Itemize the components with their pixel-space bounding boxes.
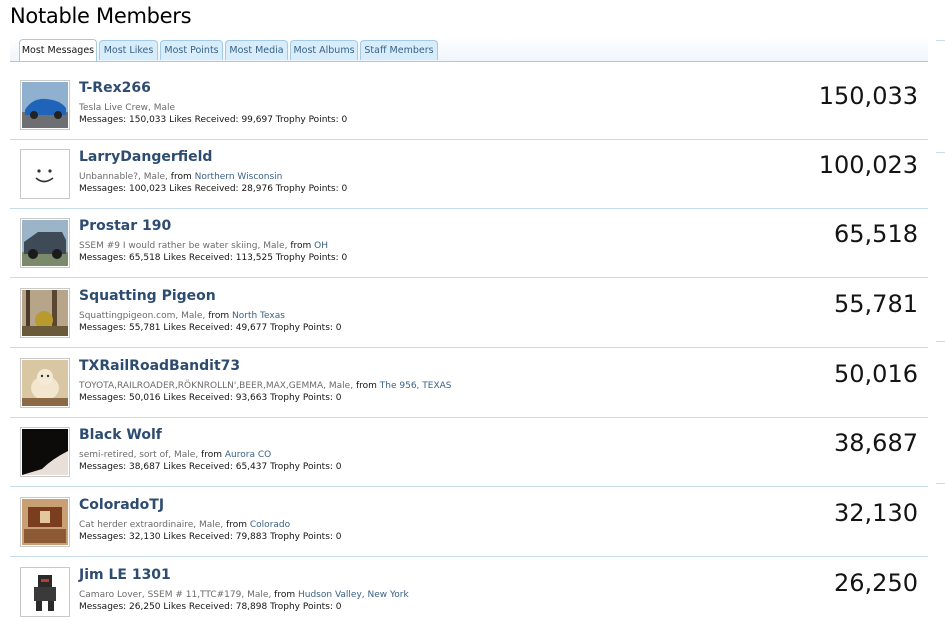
member-title: SSEM #9 I would rather be water skiing <box>79 241 258 251</box>
member-info: semi-retired, sort of, Male, from Aurora… <box>79 450 272 460</box>
side-divider <box>936 152 945 153</box>
from-label: from <box>274 590 296 600</box>
side-divider <box>936 341 945 342</box>
member-count: 65,518 <box>834 220 918 248</box>
tab-most-albums[interactable]: Most Albums <box>290 40 358 60</box>
smiley-face-icon <box>22 151 68 197</box>
avatar[interactable] <box>20 567 70 617</box>
side-divider <box>936 483 945 484</box>
member-stats: Messages: 38,687 Likes Received: 65,437 … <box>79 462 342 472</box>
from-label: from <box>226 520 248 530</box>
tab-most-media[interactable]: Most Media <box>225 40 288 60</box>
avatar[interactable] <box>20 80 70 130</box>
page-title: Notable Members <box>10 4 192 28</box>
interior-photo-icon <box>22 499 68 545</box>
member-info: TOYOTA,RAILROADER,RÖKNROLLN',BEER,MAX,GE… <box>79 381 452 391</box>
member-row: LarryDangerfield Unbannable?, Male, from… <box>10 140 928 209</box>
robot-photo-icon <box>22 569 68 615</box>
avatar[interactable] <box>20 497 70 547</box>
car-photo-icon <box>22 82 68 128</box>
tabs-bar: Most Messages Most Likes Most Points Mos… <box>10 38 928 62</box>
member-row: Jim LE 1301 Camaro Lover, SSEM # 11,TTC#… <box>10 558 928 626</box>
member-gender: Male <box>263 241 285 251</box>
member-title: semi-retired, sort of <box>79 450 169 460</box>
from-label: from <box>355 381 377 391</box>
member-name[interactable]: Jim LE 1301 <box>79 567 171 583</box>
member-gender: Male <box>173 450 196 460</box>
member-name[interactable]: Black Wolf <box>79 427 162 443</box>
member-gender: Male <box>153 103 176 113</box>
avatar[interactable] <box>20 218 70 268</box>
member-count: 50,016 <box>834 360 918 388</box>
truck-photo-icon <box>22 220 68 266</box>
member-count: 32,130 <box>834 499 918 527</box>
member-location[interactable]: Colorado <box>250 520 290 530</box>
from-label: from <box>290 241 312 251</box>
member-count: 26,250 <box>834 569 918 597</box>
avatar[interactable] <box>20 149 70 199</box>
member-count: 38,687 <box>834 429 918 457</box>
member-row: Black Wolf semi-retired, sort of, Male, … <box>10 418 928 487</box>
avatar[interactable] <box>20 288 70 338</box>
member-name[interactable]: ColoradoTJ <box>79 497 164 513</box>
avatar[interactable] <box>20 427 70 477</box>
member-gender: Male <box>328 381 351 391</box>
member-location[interactable]: North Texas <box>232 311 285 321</box>
member-title: Tesla Live Crew <box>79 103 148 113</box>
member-gender: Male <box>199 520 221 530</box>
member-row: Squatting Pigeon Squattingpigeon.com, Ma… <box>10 279 928 348</box>
member-location[interactable]: Aurora CO <box>225 450 271 460</box>
member-title: Cat herder extraordinaire <box>79 520 194 530</box>
member-stats: Messages: 150,033 Likes Received: 99,697… <box>79 115 348 125</box>
member-name[interactable]: T-Rex266 <box>79 80 151 96</box>
from-label: from <box>201 450 222 460</box>
member-info: Unbannable?, Male, from Northern Wiscons… <box>79 172 283 182</box>
member-stats: Messages: 55,781 Likes Received: 49,677 … <box>79 323 342 333</box>
member-count: 100,023 <box>818 151 918 179</box>
member-info: SSEM #9 I would rather be water skiing, … <box>79 241 328 251</box>
member-stats: Messages: 100,023 Likes Received: 28,976… <box>79 184 348 194</box>
member-gender: Male <box>181 311 203 321</box>
member-name[interactable]: LarryDangerfield <box>79 149 212 165</box>
member-stats: Messages: 50,016 Likes Received: 93,663 … <box>79 393 342 403</box>
member-name[interactable]: Squatting Pigeon <box>79 288 216 304</box>
member-row: Prostar 190 SSEM #9 I would rather be wa… <box>10 209 928 278</box>
member-name[interactable]: Prostar 190 <box>79 218 171 234</box>
member-stats: Messages: 26,250 Likes Received: 78,898 … <box>79 602 342 612</box>
member-info: Tesla Live Crew, Male <box>79 103 176 113</box>
tab-most-messages[interactable]: Most Messages <box>19 39 97 61</box>
member-title: TOYOTA,RAILROADER,RÖKNROLLN',BEER,MAX,GE… <box>79 381 324 391</box>
member-gender: Male <box>143 172 166 182</box>
dog-photo-icon <box>22 360 68 406</box>
tab-staff-members[interactable]: Staff Members <box>360 40 438 60</box>
forest-photo-icon <box>22 290 68 336</box>
member-count: 150,033 <box>818 82 918 110</box>
member-count: 55,781 <box>834 290 918 318</box>
member-title: Squattingpigeon.com <box>79 311 176 321</box>
member-location[interactable]: Northern Wisconsin <box>195 172 283 182</box>
member-stats: Messages: 65,518 Likes Received: 113,525… <box>79 253 348 263</box>
side-divider <box>936 40 945 41</box>
member-location[interactable]: The 956, TEXAS <box>380 381 452 391</box>
member-info: Cat herder extraordinaire, Male, from Co… <box>79 520 291 530</box>
from-label: from <box>170 172 192 182</box>
tab-most-points[interactable]: Most Points <box>160 40 223 60</box>
member-row: TXRailRoadBandit73 TOYOTA,RAILROADER,RÖK… <box>10 349 928 418</box>
avatar[interactable] <box>20 358 70 408</box>
member-location[interactable]: OH <box>314 241 328 251</box>
member-location[interactable]: Hudson Valley, New York <box>298 590 409 600</box>
member-title: Unbannable? <box>79 172 138 182</box>
dark-photo-icon <box>22 429 68 475</box>
member-title: Camaro Lover, SSEM # 11,TTC#179 <box>79 590 242 600</box>
member-row: T-Rex266 Tesla Live Crew, Male Messages:… <box>10 71 928 140</box>
member-info: Camaro Lover, SSEM # 11,TTC#179, Male, f… <box>79 590 409 600</box>
member-row: ColoradoTJ Cat herder extraordinaire, Ma… <box>10 488 928 557</box>
from-label: from <box>208 311 230 321</box>
tab-most-likes[interactable]: Most Likes <box>99 40 158 60</box>
member-info: Squattingpigeon.com, Male, from North Te… <box>79 311 285 321</box>
member-gender: Male <box>247 590 269 600</box>
member-name[interactable]: TXRailRoadBandit73 <box>79 358 240 374</box>
member-stats: Messages: 32,130 Likes Received: 79,883 … <box>79 532 342 542</box>
